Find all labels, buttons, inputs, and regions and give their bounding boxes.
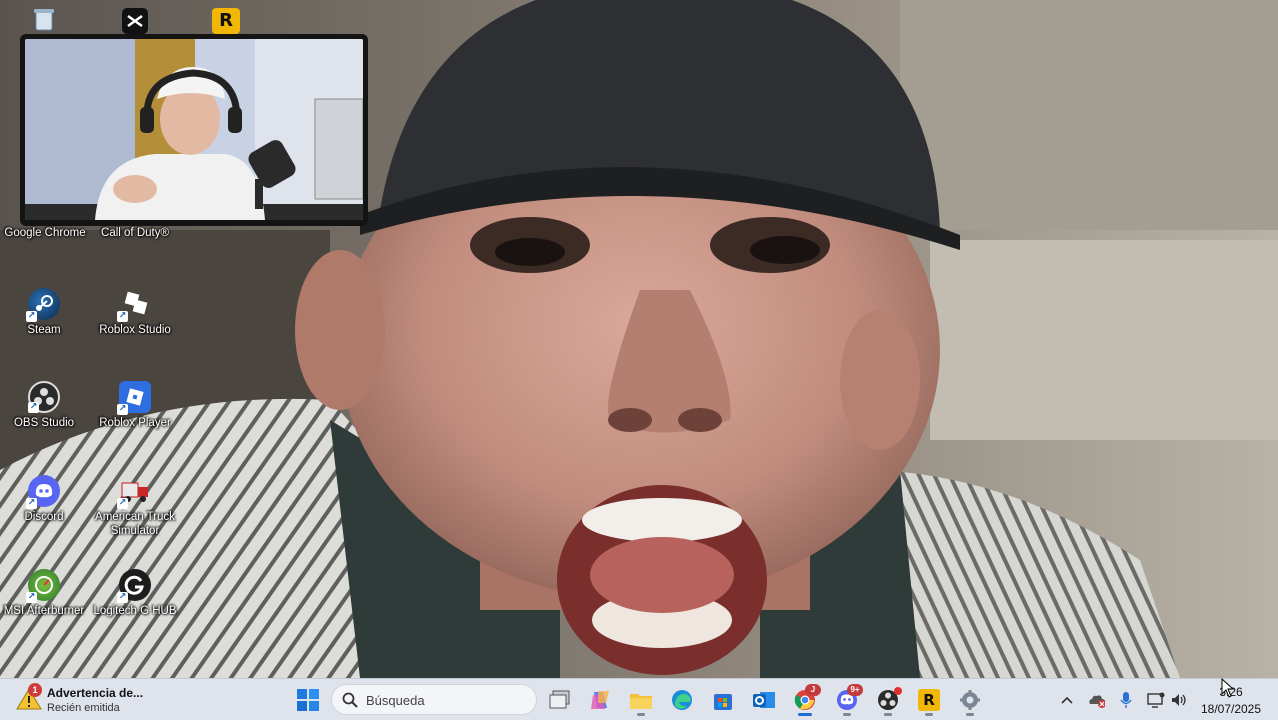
desktop-icon-roblox-player[interactable]: ↗ Roblox Player bbox=[89, 381, 181, 430]
notification-title: Advertencia de... bbox=[47, 686, 144, 700]
onedrive-error-icon[interactable] bbox=[1087, 691, 1105, 709]
outlook-icon bbox=[753, 692, 775, 708]
search-box[interactable]: Búsqueda bbox=[331, 684, 537, 715]
desktop-icon-discord[interactable]: ↗ Discord bbox=[0, 475, 90, 524]
desktop-icon-label: Discord bbox=[24, 511, 64, 523]
desktop-icon-label: MSI Afterburner bbox=[3, 605, 85, 617]
steam-icon: ↗ bbox=[26, 288, 60, 322]
warning-notification[interactable]: 1 Advertencia de... Recién emitida bbox=[16, 683, 206, 717]
volume-icon[interactable] bbox=[1170, 691, 1188, 709]
store-icon bbox=[714, 694, 732, 710]
copilot-button[interactable] bbox=[583, 684, 617, 716]
webcam-overlay bbox=[20, 34, 368, 226]
mouse-cursor-icon bbox=[1221, 677, 1235, 703]
chrome-profile-badge: J bbox=[805, 684, 821, 696]
roblox-studio-icon: ↗ bbox=[117, 288, 151, 322]
desktop-icon-steam[interactable]: ↗ Steam bbox=[0, 288, 90, 337]
network-icon[interactable] bbox=[1147, 691, 1165, 709]
capcut-icon[interactable] bbox=[122, 8, 148, 34]
logitech-g-hub-icon: ↗ bbox=[117, 569, 151, 603]
rockstar-icon: R bbox=[918, 689, 940, 711]
desktop-icon-label: Steam bbox=[27, 324, 61, 336]
notification-badge: 1 bbox=[28, 683, 42, 697]
desktop-icon-label: Google Chrome bbox=[4, 227, 86, 239]
copilot-icon bbox=[591, 691, 609, 709]
desktop-icon-logitech-g-hub[interactable]: ↗ Logitech G HUB bbox=[89, 569, 181, 618]
desktop-icon-obs-studio[interactable]: ↗ OBS Studio bbox=[0, 381, 90, 430]
taskbar: 1 Advertencia de... Recién emitida Búsqu… bbox=[0, 678, 1278, 720]
chrome-taskbar-button[interactable]: J bbox=[788, 684, 822, 716]
edge-icon bbox=[672, 690, 692, 710]
truck-icon: ↗ bbox=[117, 475, 151, 509]
discord-taskbar-button[interactable]: 9+ bbox=[830, 684, 864, 716]
rockstar-taskbar-button[interactable]: R bbox=[912, 684, 946, 716]
msi-afterburner-icon: ↗ bbox=[26, 569, 60, 603]
obs-taskbar-button[interactable] bbox=[871, 684, 905, 716]
edge-button[interactable] bbox=[665, 684, 699, 716]
task-view-button[interactable] bbox=[543, 684, 577, 716]
search-icon bbox=[342, 692, 358, 713]
task-view-icon bbox=[549, 690, 570, 709]
chevron-up-icon[interactable] bbox=[1058, 691, 1076, 709]
desktop-icon-label: Roblox Player bbox=[99, 417, 171, 429]
store-button[interactable] bbox=[706, 684, 740, 716]
file-explorer-button[interactable] bbox=[624, 684, 658, 716]
desktop-icon-msi-afterburner[interactable]: ↗ MSI Afterburner bbox=[0, 569, 90, 618]
desktop-icon-label: American Truck Simulator bbox=[95, 511, 175, 537]
settings-taskbar-button[interactable] bbox=[953, 684, 987, 716]
clock-date: 18/07/2025 bbox=[1200, 702, 1262, 716]
desktop-icon-roblox-studio[interactable]: ↗ Roblox Studio bbox=[89, 288, 181, 337]
start-button[interactable] bbox=[291, 684, 325, 716]
obs-icon: ↗ bbox=[28, 381, 60, 413]
rockstar-launcher-icon[interactable]: R bbox=[212, 8, 240, 34]
desktop-icon-label: Roblox Studio bbox=[99, 324, 171, 336]
discord-icon: ↗ bbox=[26, 475, 60, 509]
settings-icon bbox=[960, 690, 980, 710]
roblox-player-icon: ↗ bbox=[117, 381, 151, 415]
desktop-icon-american-truck-simulator[interactable]: ↗ American Truck Simulator bbox=[89, 475, 181, 538]
folder-icon bbox=[630, 694, 652, 709]
discord-unread-badge: 9+ bbox=[847, 684, 863, 696]
search-placeholder: Búsqueda bbox=[366, 693, 425, 708]
notification-subtitle: Recién emitida bbox=[47, 702, 120, 714]
recording-indicator bbox=[894, 687, 902, 695]
desktop-icon-label: OBS Studio bbox=[13, 417, 75, 429]
outlook-button[interactable] bbox=[747, 684, 781, 716]
desktop-icon-label: Call of Duty® bbox=[101, 227, 169, 239]
recycle-bin-icon[interactable] bbox=[33, 8, 55, 32]
webcam-feed bbox=[25, 39, 363, 220]
microphone-icon[interactable] bbox=[1117, 691, 1135, 709]
windows-start-icon bbox=[297, 689, 319, 711]
desktop-icon-label: Logitech G HUB bbox=[93, 605, 177, 617]
